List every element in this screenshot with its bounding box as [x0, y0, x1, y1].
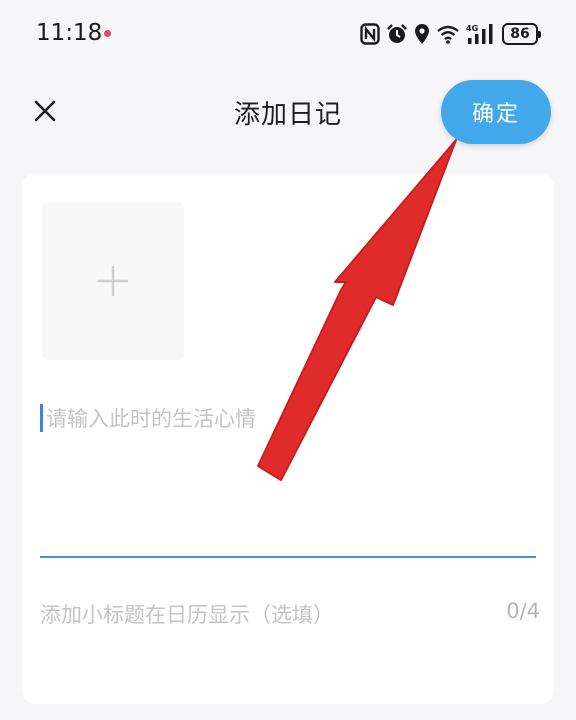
notification-dot [104, 30, 111, 37]
subtitle-char-counter: 0/4 [506, 599, 540, 623]
status-bar: 11:18 4G 86 [0, 0, 576, 70]
text-cursor [40, 404, 43, 432]
battery-icon: 86 [502, 23, 541, 45]
wifi-icon [437, 25, 459, 44]
screen: 11:18 4G 86 添加日记 确定 请输入此时的生活心情 添加小标题在日历显… [0, 0, 576, 720]
mood-input[interactable]: 请输入此时的生活心情 [40, 400, 540, 440]
subtitle-input-placeholder: 添加小标题在日历显示（选填） [40, 603, 334, 627]
status-time: 11:18 [36, 20, 103, 46]
cellular-signal-icon: 4G [466, 24, 493, 44]
add-photo-button[interactable] [42, 202, 184, 360]
subtitle-input[interactable]: 添加小标题在日历显示（选填） 0/4 [40, 594, 540, 634]
nfc-icon [360, 23, 380, 45]
header: 添加日记 确定 [0, 70, 576, 160]
location-icon [415, 24, 429, 44]
mood-input-placeholder: 请输入此时的生活心情 [46, 407, 256, 431]
close-button[interactable] [28, 94, 62, 128]
input-underline [40, 556, 536, 558]
status-icons: 4G 86 [360, 20, 541, 48]
diary-editor-card: 请输入此时的生活心情 添加小标题在日历显示（选填） 0/4 [22, 174, 554, 704]
signal-type-label: 4G [466, 24, 478, 33]
plus-icon [98, 266, 128, 296]
battery-level: 86 [510, 26, 530, 42]
confirm-button[interactable]: 确定 [441, 80, 551, 144]
close-icon [34, 100, 56, 122]
alarm-icon [387, 24, 407, 43]
